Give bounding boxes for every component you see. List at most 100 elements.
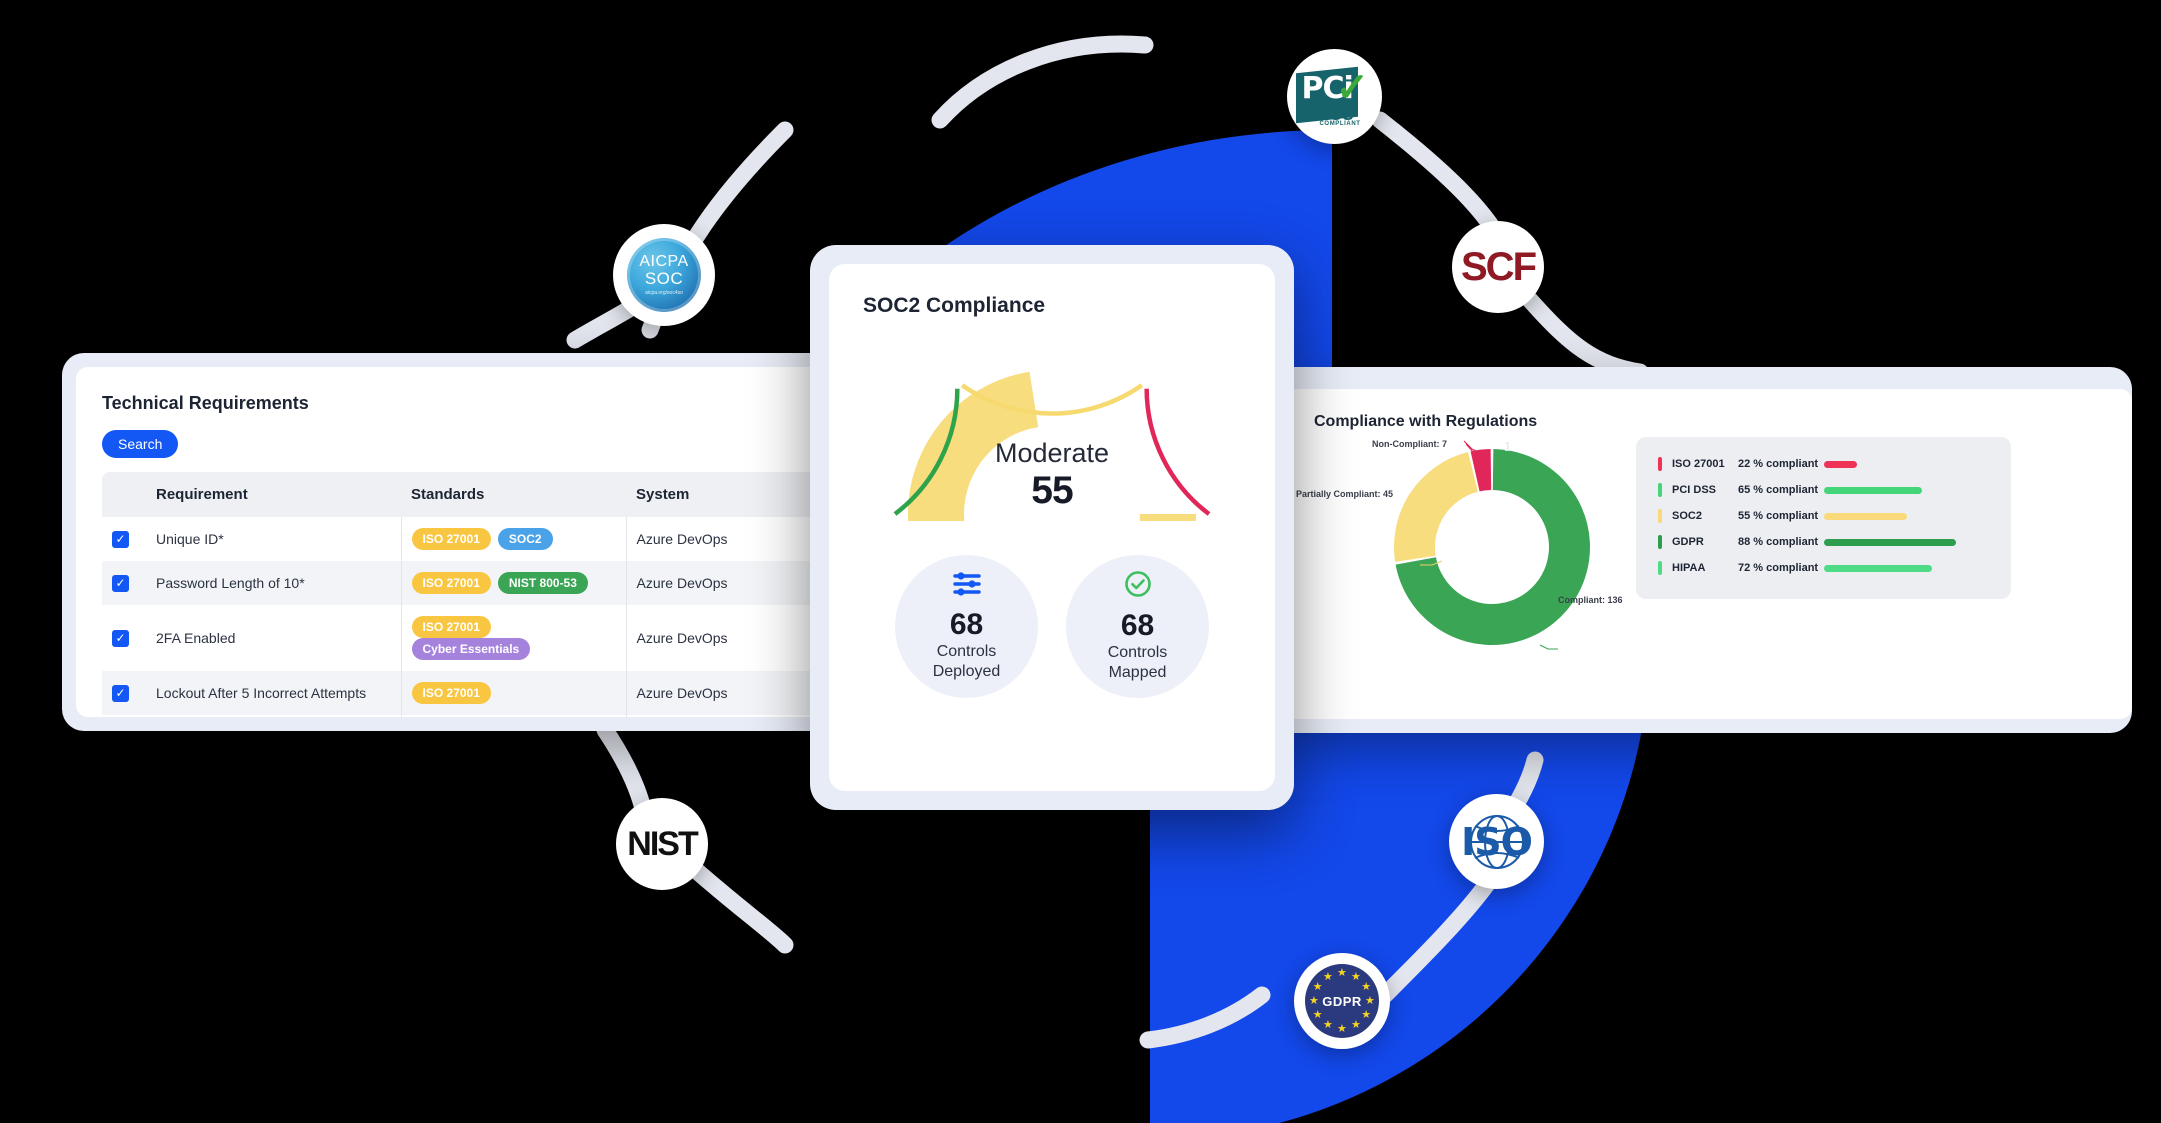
row-checkbox-cell: ✓ xyxy=(102,671,146,715)
table-header-row: Requirement Standards System xyxy=(102,472,874,517)
gdpr-star-icon: ★ xyxy=(1365,995,1375,1007)
requirements-table: Requirement Standards System ✓ Unique ID*… xyxy=(102,472,874,717)
soc2-compliance-card-frame: SOC2 Compliance Moderate 55 68 Controls … xyxy=(810,245,1294,810)
standard-tag[interactable]: ISO 27001 xyxy=(411,528,491,550)
row-checkbox-cell: ✓ xyxy=(102,605,146,671)
standard-tag[interactable]: SOC2 xyxy=(497,528,553,550)
legend-swatch xyxy=(1658,509,1662,523)
gdpr-star-icon: ★ xyxy=(1323,1019,1333,1032)
gdpr-star-icon: ★ xyxy=(1323,970,1333,983)
row-checkbox-cell: ✓ xyxy=(102,517,146,561)
donut-label-non-compliant: Non-Compliant: 7 xyxy=(1372,439,1447,449)
gdpr-star-icon: ★ xyxy=(1312,1009,1323,1021)
gdpr-star-icon: ★ xyxy=(1351,1019,1361,1032)
stat-controls-mapped[interactable]: 68 Controls Mapped xyxy=(1066,555,1209,698)
column-header-requirement: Requirement xyxy=(146,472,401,517)
table-row: ✓Password History of 20ISO 27001Azure De… xyxy=(102,715,874,717)
cell-standards: ISO 27001 xyxy=(400,715,627,717)
cell-standards: ISO 27001 xyxy=(400,671,627,715)
table-row: ✓ Lockout After 5 Incorrect Attempts ISO 2… xyxy=(102,671,874,715)
column-header-standards: Standards xyxy=(401,472,626,517)
technical-requirements-window: Technical Requirements Search Requiremen… xyxy=(62,353,900,731)
cell-standards: ISO 27001Cyber Essentials xyxy=(400,605,627,671)
aicpa-soc-logo: AICPA SOC aicpa.org/soc4so xyxy=(627,238,701,312)
legend-percent-text: 55 % compliant xyxy=(1738,510,1819,522)
standard-tag[interactable]: Cyber Essentials xyxy=(411,638,531,660)
soc2-gauge: Moderate 55 xyxy=(887,346,1217,658)
scf-badge[interactable]: SCF xyxy=(1452,221,1544,313)
row-checkbox[interactable]: ✓ xyxy=(112,629,129,647)
donut-label-compliant: Compliant: 136 xyxy=(1558,595,1623,605)
legend-name: SOC2 xyxy=(1672,510,1702,522)
iso-logo-text: ISO xyxy=(1461,819,1533,864)
center-card-title: SOC2 Compliance xyxy=(863,294,1046,317)
gdpr-star-icon: ★ xyxy=(1309,995,1319,1007)
legend-row: ISO 27001 22 % compliant xyxy=(1658,453,1989,475)
legend-name: PCI DSS xyxy=(1672,484,1717,496)
aicpa-soc-badge[interactable]: AICPA SOC aicpa.org/soc4so xyxy=(613,224,715,326)
row-checkbox[interactable]: ✓ xyxy=(112,684,129,702)
legend-row: GDPR 88 % compliant xyxy=(1658,531,1989,553)
gauge-status-label: Moderate xyxy=(994,438,1110,468)
stat-value-deployed: 68 xyxy=(949,608,984,642)
pci-compliant-text: COMPLIANT xyxy=(1319,120,1361,127)
gdpr-star-icon: ★ xyxy=(1361,981,1372,993)
cell-requirement: Lockout After 5 Incorrect Attempts xyxy=(156,685,367,701)
hero-illustration: Technical Requirements Search Requiremen… xyxy=(0,0,2161,1123)
legend-name: HIPAA xyxy=(1672,562,1706,574)
aicpa-line3: aicpa.org/soc4so xyxy=(645,290,683,297)
compliance-legend: ISO 27001 22 % compliant PCI DSS 65 % compl… xyxy=(1636,437,2011,599)
legend-swatch xyxy=(1658,457,1662,471)
legend-percent-text: 65 % compliant xyxy=(1738,484,1819,496)
gdpr-logo-text: GDPR xyxy=(1322,993,1362,1009)
legend-bar xyxy=(1824,538,1956,546)
standard-tag[interactable]: ISO 27001 xyxy=(411,572,491,594)
legend-bar xyxy=(1824,564,1932,572)
iso-logo: ISO xyxy=(1458,809,1536,875)
table-row: ✓ 2FA Enabled ISO 27001Cyber Essentials Azu… xyxy=(102,605,874,671)
stat-controls-deployed[interactable]: 68 Controls Deployed xyxy=(895,555,1038,698)
pci-check-icon: ✓ xyxy=(1335,65,1370,110)
legend-swatch xyxy=(1658,561,1662,575)
nist-badge[interactable]: NIST xyxy=(616,798,708,890)
table-row: ✓ Unique ID* ISO 27001 SOC2 Azure DevOps xyxy=(102,517,874,561)
cell-requirement: Password History of 20 xyxy=(146,715,401,717)
gdpr-star-icon: ★ xyxy=(1351,970,1361,983)
donut-watermark: 1 xyxy=(1504,439,1512,454)
iso-badge[interactable]: ISO xyxy=(1449,794,1544,889)
standard-tag[interactable]: NIST 800-53 xyxy=(497,572,588,594)
gdpr-star-icon: ★ xyxy=(1337,967,1347,979)
cell-standards: ISO 27001 SOC2 xyxy=(400,517,627,561)
table-row: ✓ Password Length of 10* ISO 27001 NIST 800… xyxy=(102,561,874,605)
cell-requirement: Password Length of 10* xyxy=(156,575,305,591)
cell-standards: ISO 27001 NIST 800-53 xyxy=(400,561,627,605)
stat-label-mapped: Controls Mapped xyxy=(1107,644,1168,681)
standard-tag[interactable]: ISO 27001 xyxy=(411,616,491,638)
legend-swatch xyxy=(1658,483,1662,497)
row-checkbox[interactable]: ✓ xyxy=(112,574,129,592)
cell-requirement: Unique ID* xyxy=(156,531,224,547)
stat-label-deployed: Controls Deployed xyxy=(932,643,1001,680)
aicpa-line2: SOC xyxy=(644,269,684,289)
search-button[interactable]: Search xyxy=(102,430,179,458)
stat-value-mapped: 68 xyxy=(1120,609,1155,643)
legend-swatch xyxy=(1658,535,1662,549)
stat-circles: 68 Controls Deployed 68 Controls Mapped xyxy=(829,555,1275,698)
donut-label-partially-compliant: Partially Compliant: 45 xyxy=(1296,489,1394,499)
legend-row: PCI DSS 65 % compliant xyxy=(1658,479,1989,501)
scf-logo-text: SCF xyxy=(1461,244,1537,289)
right-panel-title: Compliance with Regulations xyxy=(1314,413,1538,430)
technical-requirements-screen: Technical Requirements Search Requiremen… xyxy=(76,367,900,717)
cell-requirement: 2FA Enabled xyxy=(156,630,236,646)
standard-tag[interactable]: ISO 27001 xyxy=(411,682,491,704)
gauge-value: 55 xyxy=(1031,469,1073,512)
gdpr-star-icon: ★ xyxy=(1361,1009,1372,1021)
gdpr-badge[interactable]: ★ ★ ★ ★ ★ ★ ★ ★ ★ ★ ★ ★ GDPR xyxy=(1294,953,1390,1049)
gdpr-logo: ★ ★ ★ ★ ★ ★ ★ ★ ★ ★ ★ ★ GDPR xyxy=(1305,964,1379,1038)
check-circle-icon xyxy=(1124,570,1152,603)
gdpr-star-icon: ★ xyxy=(1312,981,1323,993)
row-checkbox[interactable]: ✓ xyxy=(112,530,129,548)
pci-dss-badge[interactable]: PCi ✓ DSS COMPLIANT xyxy=(1287,49,1382,144)
compliance-regulations-screen: Compliance with Regulations 1 Non-Compli… xyxy=(1286,389,2132,719)
soc2-compliance-card: SOC2 Compliance Moderate 55 68 Controls … xyxy=(829,264,1275,791)
